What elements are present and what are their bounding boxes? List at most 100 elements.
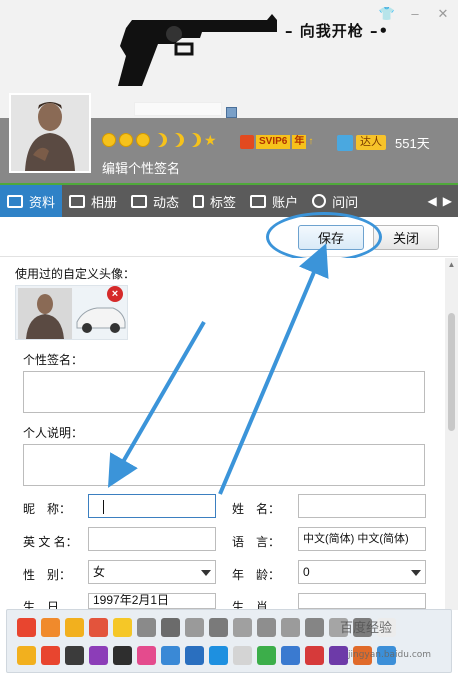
magic-service-icon[interactable] — [329, 646, 348, 665]
chevron-down-icon — [201, 570, 211, 576]
tab-scroll-right-icon[interactable]: ▶ — [443, 194, 452, 208]
diamond-gray-icon[interactable] — [281, 618, 300, 637]
close-icon[interactable]: ✕ — [434, 6, 452, 22]
annotation-highlight-ellipse — [266, 212, 382, 262]
mail-service-icon[interactable] — [161, 646, 180, 665]
nickname-input[interactable] — [88, 494, 216, 518]
sun-icon — [119, 133, 133, 147]
avatar[interactable] — [9, 93, 91, 173]
farm-service-icon[interactable] — [257, 646, 276, 665]
service-icon-row — [17, 646, 396, 665]
love-service-icon[interactable] — [17, 618, 36, 637]
vip-year: 年 — [292, 134, 307, 149]
form-scrollbar[interactable]: ▲ — [445, 258, 458, 610]
minimize-icon[interactable]: – — [406, 6, 424, 22]
daren-label: 达人 — [356, 135, 386, 150]
action-toolbar: 保存 关闭 — [0, 217, 458, 257]
tab-profile[interactable]: 资料 — [0, 185, 63, 217]
tag-icon — [193, 194, 205, 208]
name-label: 姓 名： — [232, 502, 281, 516]
nickname-label: 昵 称： — [23, 502, 72, 516]
avatar-photo — [11, 95, 89, 171]
window-controls: 👕 – ✕ — [378, 6, 452, 22]
daren-badge[interactable]: 达人 551天 — [337, 133, 430, 152]
scroll-thumb[interactable] — [448, 313, 455, 431]
sun-icon — [102, 133, 116, 147]
album-icon — [69, 194, 86, 208]
scroll-up-icon[interactable]: ▲ — [445, 260, 458, 270]
age-select[interactable]: 0 — [298, 560, 426, 584]
music-service-icon[interactable] — [41, 646, 60, 665]
gender-select[interactable]: 女 — [88, 560, 216, 584]
name-input[interactable] — [298, 494, 426, 518]
birthday-field[interactable]: 1997年2月1日 — [88, 593, 216, 609]
gender-label: 性 别： — [23, 568, 72, 582]
signature-label: 个性签名： — [23, 353, 84, 367]
moon-icon — [153, 133, 167, 147]
active-days: 551天 — [395, 136, 430, 151]
diamond-gray-icon[interactable] — [161, 618, 180, 637]
tab-label: 问问 — [332, 194, 359, 210]
ticket-gray-icon[interactable] — [305, 618, 324, 637]
ball-service-icon[interactable] — [233, 646, 252, 665]
tab-feed[interactable]: 动态 — [124, 185, 186, 217]
custom-avatar-thumb[interactable] — [18, 288, 72, 339]
level-badges: ★ — [102, 133, 217, 147]
watermark-text: 百度经验 — [340, 620, 393, 635]
heart-gray-icon[interactable] — [137, 618, 156, 637]
game-rank-icon[interactable] — [65, 646, 84, 665]
feed-icon — [131, 194, 148, 208]
age-value: 0 — [303, 565, 310, 579]
account-icon — [250, 194, 267, 208]
close-button[interactable]: 关闭 — [373, 225, 439, 250]
description-textarea[interactable] — [23, 444, 425, 486]
fighter-service-icon[interactable] — [305, 646, 324, 665]
nickname-display — [134, 102, 222, 116]
game-service-icon[interactable] — [65, 618, 84, 637]
vip-badge[interactable]: SVIP6 年 ↑ — [240, 134, 313, 149]
revolver-skin-image — [118, 14, 277, 86]
tab-tags[interactable]: 标签 — [186, 185, 243, 217]
tab-label: 账户 — [272, 194, 299, 210]
moon-icon — [170, 133, 184, 147]
phone-gray-icon[interactable] — [209, 618, 228, 637]
star-icon: ★ — [204, 132, 217, 148]
gender-value: 女 — [93, 565, 106, 579]
tab-album[interactable]: 相册 — [62, 185, 124, 217]
card-service-icon[interactable] — [89, 618, 108, 637]
delete-avatar-button[interactable]: × — [107, 286, 123, 302]
star-service-icon[interactable] — [17, 646, 36, 665]
speed-service-icon[interactable] — [113, 646, 132, 665]
gift-gray-icon[interactable] — [185, 618, 204, 637]
english-name-input[interactable] — [88, 527, 216, 551]
tab-label: 动态 — [153, 194, 180, 210]
pet-service-icon[interactable] — [41, 618, 60, 637]
tab-bar: 资料 相册 动态 标签 账户 问问 ◀ ▶ — [0, 183, 458, 217]
tab-scroll-left-icon[interactable]: ◀ — [428, 194, 437, 208]
eye-service-icon[interactable] — [281, 646, 300, 665]
show-service-icon[interactable] — [137, 646, 156, 665]
watermark-url: jingyan.baidu.com — [348, 650, 432, 660]
video-service-icon[interactable] — [209, 646, 228, 665]
tab-label: 标签 — [210, 194, 237, 210]
moon-icon — [187, 133, 201, 147]
edit-signature-link[interactable]: 编辑个性签名 — [102, 158, 180, 177]
description-label: 个人说明： — [23, 426, 84, 440]
edit-name-icon[interactable] — [226, 107, 237, 118]
language-label: 语 言： — [232, 535, 281, 549]
zodiac-field[interactable] — [298, 593, 426, 609]
vip-label: SVIP6 — [256, 134, 291, 149]
education-service-icon[interactable] — [185, 646, 204, 665]
tab-account[interactable]: 账户 — [243, 185, 305, 217]
language-field[interactable]: 中文(简体) 中文(简体) — [298, 527, 426, 551]
signature-textarea[interactable] — [23, 371, 425, 413]
music-gray-icon[interactable] — [233, 618, 252, 637]
dance-service-icon[interactable] — [89, 646, 108, 665]
diamond-yellow-icon[interactable] — [113, 618, 132, 637]
chat-gray-icon[interactable] — [257, 618, 276, 637]
vip-arrow: ↑ — [308, 136, 314, 147]
text-cursor — [103, 499, 104, 514]
tab-label: 相册 — [91, 194, 118, 210]
profile-header: 👕 – ✕ – 向我开枪 –• ★ SVIP6 年 ↑ 达人 551天 编辑个性… — [0, 0, 458, 183]
tab-scroll: ◀ ▶ — [428, 185, 458, 217]
